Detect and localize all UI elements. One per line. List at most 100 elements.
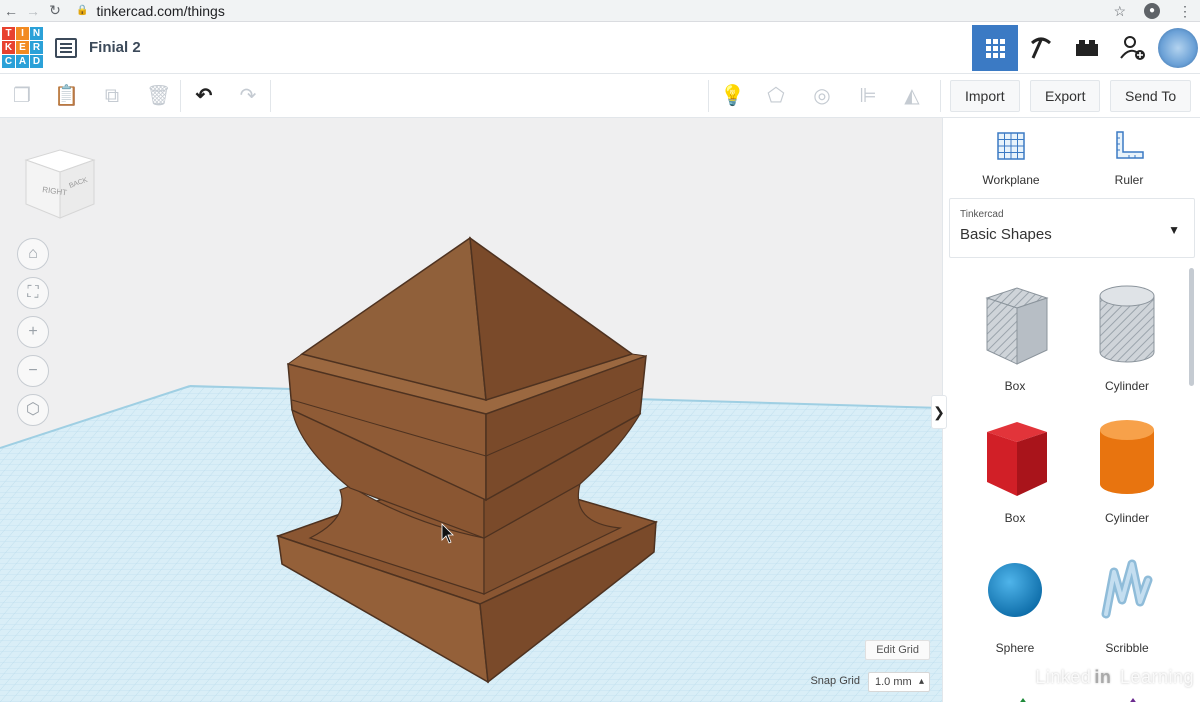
forward-arrow-icon[interactable]: → [22, 3, 44, 19]
undo-icon[interactable]: ↶ [192, 84, 216, 108]
logo-letter: C [2, 55, 15, 68]
delete-icon[interactable]: 🗑 [146, 84, 171, 108]
zoom-out-button[interactable]: − [17, 355, 49, 387]
shape-label: Box [1004, 379, 1026, 393]
shape-label: Cylinder [1104, 379, 1149, 393]
toolbar-divider [940, 80, 941, 112]
lock-icon: 🔒 [76, 5, 89, 16]
logo-letter: A [16, 55, 29, 68]
shape-cylinder-hole[interactable]: Cylinder [1077, 284, 1177, 393]
grid-icon [985, 38, 1005, 58]
sphere-icon [988, 563, 1042, 617]
zoom-in-button[interactable]: + [17, 316, 49, 348]
browser-bar: ← → ↻ 🔒 tinkercad.com/things ☆ ● ⋮ [0, 0, 1200, 22]
finial-3d-model[interactable] [0, 118, 942, 702]
app-header: TIN KER CAD Finial 2 [0, 22, 1200, 74]
redo-icon[interactable]: ↷ [236, 84, 260, 108]
box-hole-icon [985, 287, 1049, 365]
logo-letter: I [16, 27, 29, 40]
user-avatar[interactable] [1158, 28, 1198, 68]
shape-label: Box [1004, 511, 1026, 525]
logo-letter: K [2, 41, 15, 54]
logo-letter: D [30, 55, 43, 68]
duplicate-icon[interactable]: ⧉ [100, 84, 124, 108]
mirror-icon[interactable]: ◭ [900, 84, 924, 108]
send-to-button[interactable]: Send To [1110, 80, 1192, 112]
toolbar-divider [270, 80, 271, 112]
shapes-panel: Workplane Ruler Tinkercad Basic Shapes ▼… [942, 118, 1200, 702]
panel-toggle-button[interactable]: ❯ [931, 395, 947, 429]
edit-grid-button[interactable]: Edit Grid [865, 640, 930, 660]
design-list-icon[interactable] [55, 37, 77, 58]
paste-icon[interactable]: 📋 [54, 84, 79, 108]
watermark-linked: Linked [1035, 667, 1092, 687]
light-bulb-icon[interactable]: 💡 [720, 84, 745, 108]
shape-sphere[interactable]: Sphere [965, 550, 1065, 655]
shape-box-hole[interactable]: Box [965, 284, 1065, 393]
dropdown-caret-icon: ▼ [1168, 223, 1180, 237]
library-source-label: Tinkercad [960, 209, 1004, 220]
shape-library-select[interactable]: Tinkercad Basic Shapes ▼ [949, 198, 1195, 258]
shape-label: Cylinder [1104, 511, 1149, 525]
next-shapes-peek [1020, 698, 1136, 702]
fit-icon: ⛶ [27, 284, 39, 301]
workplane-icon [997, 132, 1025, 160]
export-button[interactable]: Export [1030, 80, 1101, 112]
logo-letter: E [16, 41, 29, 54]
shape-scribble[interactable]: Scribble [1077, 550, 1177, 655]
logo-letter: T [2, 27, 15, 40]
panel-scrollbar[interactable] [1189, 268, 1194, 386]
watermark-learning: Learning [1119, 667, 1194, 687]
cylinder-hole-icon [1099, 285, 1155, 363]
profile-icon[interactable]: ● [1144, 3, 1160, 19]
ruler-tool[interactable]: Ruler [1089, 130, 1169, 187]
edit-toolbar: ❐ 📋 ⧉ 🗑 ↶ ↷ 💡 ⬠ ◎ ⊫ ◭ Import Export Send… [0, 74, 1200, 118]
reload-icon[interactable]: ↻ [44, 2, 66, 19]
lego-view-button[interactable] [1064, 25, 1110, 71]
invite-user-button[interactable] [1110, 25, 1156, 71]
view-cube[interactable]: RIGHT BACK [22, 146, 98, 222]
ruler-label: Ruler [1114, 173, 1144, 187]
back-arrow-icon[interactable]: ← [0, 3, 22, 19]
minecraft-view-button[interactable] [1018, 25, 1064, 71]
copy-icon[interactable]: ❐ [10, 84, 34, 108]
plus-icon: + [28, 323, 38, 340]
design-title[interactable]: Finial 2 [89, 39, 141, 56]
box-icon [987, 422, 1047, 496]
logo-letter: R [30, 41, 43, 54]
workplane-tool[interactable]: Workplane [971, 130, 1051, 187]
shape-label: Scribble [1105, 641, 1149, 655]
import-button[interactable]: Import [950, 80, 1020, 112]
align-icon[interactable]: ⊫ [856, 84, 880, 108]
shape-label: Sphere [995, 641, 1035, 655]
brick-icon [1076, 40, 1098, 56]
linkedin-learning-watermark: Linked in Learning [1035, 667, 1194, 688]
shape-cylinder[interactable]: Cylinder [1077, 416, 1177, 525]
ungroup-icon[interactable]: ◎ [810, 84, 834, 108]
kebab-menu-icon[interactable]: ⋮ [1178, 3, 1192, 20]
star-icon[interactable]: ☆ [1113, 3, 1126, 20]
snap-grid-select[interactable]: 1.0 mm [868, 672, 930, 692]
url-text[interactable]: tinkercad.com/things [96, 3, 224, 19]
perspective-button[interactable]: ⬡ [17, 394, 49, 426]
home-view-button[interactable]: ⌂ [17, 238, 49, 270]
shape-group-icon[interactable]: ⬠ [764, 84, 788, 108]
home-icon: ⌂ [28, 245, 38, 262]
cube-icon: ⬡ [26, 401, 40, 418]
snap-grid-label: Snap Grid [810, 675, 860, 687]
3d-design-view-button[interactable] [972, 25, 1018, 71]
3d-workspace[interactable]: RIGHT BACK ⌂ ⛶ + − ⬡ Edit Grid Snap Grid… [0, 118, 942, 702]
address-bar[interactable]: 🔒 tinkercad.com/things [76, 3, 225, 19]
chevron-right-icon: ❯ [933, 404, 945, 420]
minus-icon: − [28, 362, 38, 379]
library-name: Basic Shapes [960, 226, 1052, 243]
pickaxe-icon [1031, 37, 1051, 59]
toolbar-divider [180, 80, 181, 112]
cylinder-icon [1100, 420, 1154, 494]
logo-letter: N [30, 27, 43, 40]
fit-view-button[interactable]: ⛶ [17, 277, 49, 309]
add-user-icon [1120, 36, 1145, 60]
shape-box[interactable]: Box [965, 416, 1065, 525]
tinkercad-logo[interactable]: TIN KER CAD [2, 27, 43, 68]
scribble-icon [1101, 559, 1153, 619]
